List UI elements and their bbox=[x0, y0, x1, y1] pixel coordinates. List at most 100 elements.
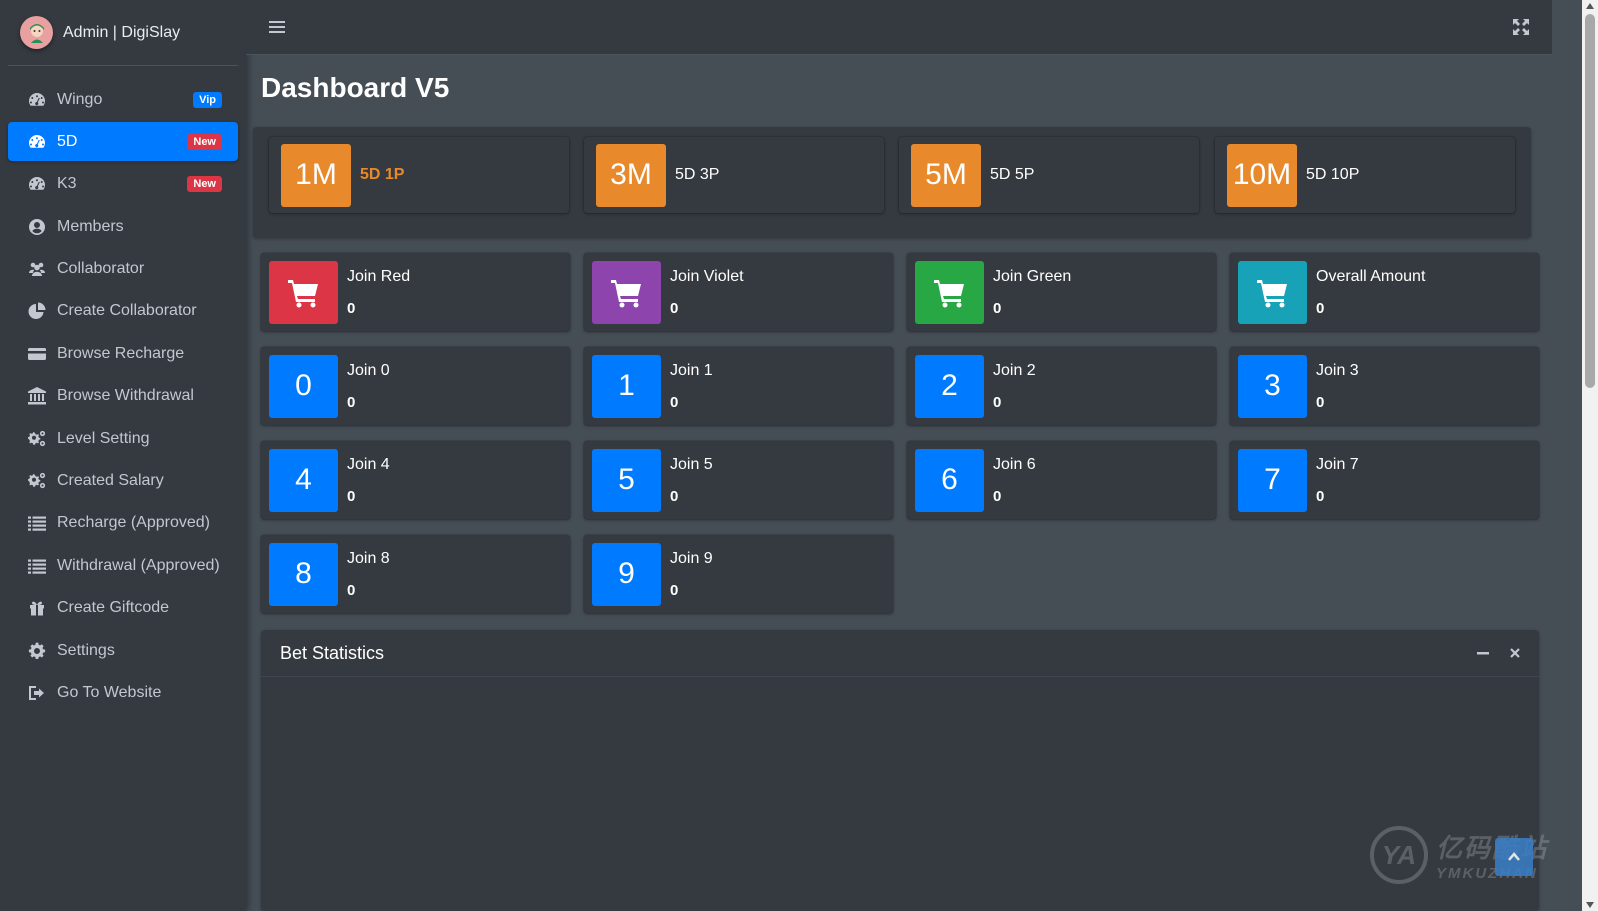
info-box-overall-amount: Overall Amount 0 bbox=[1230, 253, 1539, 331]
info-box-content: Join 6 0 bbox=[993, 456, 1036, 505]
sidebar-item-label: K3 bbox=[57, 175, 77, 193]
sidebar-item-label: Created Salary bbox=[57, 472, 164, 490]
sidebar-item-label: Go To Website bbox=[57, 683, 162, 701]
page-scrollbar[interactable] bbox=[1582, 0, 1598, 911]
cart-icon bbox=[610, 280, 641, 308]
period-icon: 3M bbox=[596, 143, 666, 207]
menu-toggle-button[interactable] bbox=[266, 16, 288, 38]
info-box-icon bbox=[269, 260, 338, 324]
info-box-text: Join 7 bbox=[1316, 455, 1359, 473]
fullscreen-button[interactable] bbox=[1510, 16, 1532, 38]
info-box-number: 0 bbox=[670, 581, 679, 599]
hamburger-icon bbox=[269, 21, 285, 33]
info-box-text: Join 0 bbox=[347, 361, 390, 379]
sidebar-item-create-giftcode[interactable]: Create Giftcode bbox=[8, 589, 238, 628]
card-header: Bet Statistics bbox=[261, 630, 1539, 677]
sidebar-item-created-salary[interactable]: Created Salary bbox=[8, 462, 238, 501]
scroll-thumb[interactable] bbox=[1585, 14, 1595, 388]
info-box-join-1: 1 Join 1 0 bbox=[584, 347, 893, 425]
sidebar-badge: Vip bbox=[193, 91, 222, 108]
info-box-content: Join 2 0 bbox=[993, 362, 1036, 411]
list-icon bbox=[26, 556, 48, 576]
sidebar-item-label: Recharge (Approved) bbox=[57, 514, 210, 532]
pie-chart-icon bbox=[26, 301, 48, 321]
info-box-join-8: 8 Join 8 0 bbox=[261, 535, 570, 613]
sidebar-badge: New bbox=[187, 176, 222, 193]
gift-icon bbox=[26, 598, 48, 618]
info-box-content: Join Red 0 bbox=[347, 268, 410, 317]
info-box-digit: 2 bbox=[915, 354, 984, 418]
credit-card-icon bbox=[26, 344, 48, 364]
period-option-10m[interactable]: 10M 5D 10P bbox=[1215, 137, 1515, 213]
info-box-text: Join 6 bbox=[993, 455, 1036, 473]
sidebar-item-members[interactable]: Members bbox=[8, 207, 238, 246]
info-box-content: Join 7 0 bbox=[1316, 456, 1359, 505]
bet-statistics-card: Bet Statistics bbox=[261, 630, 1539, 911]
sidebar-item-wingo[interactable]: Wingo Vip bbox=[8, 80, 238, 119]
sidebar-item-label: Members bbox=[57, 217, 124, 235]
sidebar-item-label: Browse Recharge bbox=[57, 344, 185, 362]
info-box-text: Join Violet bbox=[670, 267, 744, 285]
sidebar-item-browse-recharge[interactable]: Browse Recharge bbox=[8, 334, 238, 373]
sidebar-item-collaborator[interactable]: Collaborator bbox=[8, 250, 238, 289]
info-box-digit: 1 bbox=[592, 354, 661, 418]
avatar-icon bbox=[29, 23, 44, 43]
info-box-number: 0 bbox=[670, 393, 679, 411]
info-box-number: 0 bbox=[347, 393, 356, 411]
info-box-digit: 7 bbox=[1238, 448, 1307, 512]
back-to-top-button[interactable] bbox=[1495, 838, 1533, 876]
period-option-5m[interactable]: 5M 5D 5P bbox=[899, 137, 1199, 213]
list-icon bbox=[26, 513, 48, 533]
period-option-3m[interactable]: 3M 5D 3P bbox=[584, 137, 884, 213]
sidebar-item-recharge-approved[interactable]: Recharge (Approved) bbox=[8, 504, 238, 543]
collapse-button[interactable] bbox=[1474, 644, 1492, 662]
sidebar-item-withdrawal-approved[interactable]: Withdrawal (Approved) bbox=[8, 546, 238, 585]
info-box-join-3: 3 Join 3 0 bbox=[1230, 347, 1539, 425]
info-box-text: Join 5 bbox=[670, 455, 713, 473]
info-box-digit: 3 bbox=[1238, 354, 1307, 418]
brand-link[interactable]: Admin | DigiSlay bbox=[8, 0, 238, 66]
info-box-join-0: 0 Join 0 0 bbox=[261, 347, 570, 425]
period-label: 5D 1P bbox=[360, 166, 405, 183]
info-box-digit: 9 bbox=[592, 542, 661, 606]
info-box-number: 0 bbox=[670, 487, 679, 505]
info-box-text: Join Green bbox=[993, 267, 1072, 285]
sidebar-item-label: Create Giftcode bbox=[57, 599, 170, 617]
card-title: Bet Statistics bbox=[280, 642, 385, 663]
info-box-content: Join 4 0 bbox=[347, 456, 390, 505]
cart-icon bbox=[287, 280, 318, 308]
scroll-down-arrow[interactable] bbox=[1586, 902, 1594, 908]
sidebar-item-create-collaborator[interactable]: Create Collaborator bbox=[8, 292, 238, 331]
info-box-join-9: 9 Join 9 0 bbox=[584, 535, 893, 613]
scroll-up-arrow[interactable] bbox=[1586, 3, 1594, 9]
remove-button[interactable] bbox=[1506, 644, 1524, 662]
info-box-digit: 4 bbox=[269, 448, 338, 512]
sidebar-item-go-to-website[interactable]: Go To Website bbox=[8, 673, 238, 712]
info-box-content: Join 0 0 bbox=[347, 362, 390, 411]
sidebar-item-5d[interactable]: 5D New bbox=[8, 122, 238, 162]
sidebar-item-level-setting[interactable]: Level Setting bbox=[8, 419, 238, 458]
tachometer-icon bbox=[26, 132, 48, 152]
sidebar-nav: Wingo Vip 5D New K3 New Members Collaborator Cre… bbox=[0, 80, 246, 712]
cogs-icon bbox=[26, 429, 48, 449]
cart-icon bbox=[1256, 280, 1287, 308]
sidebar-badge: New bbox=[187, 133, 222, 150]
minus-icon bbox=[1477, 652, 1489, 655]
chevron-up-icon bbox=[1508, 852, 1520, 861]
info-box-digit: 0 bbox=[269, 354, 338, 418]
sidebar-item-browse-withdrawal[interactable]: Browse Withdrawal bbox=[8, 377, 238, 416]
info-box-icon bbox=[915, 260, 984, 324]
period-label: 5D 3P bbox=[675, 166, 720, 183]
info-box-number: 0 bbox=[347, 581, 356, 599]
period-option-1m[interactable]: 1M 5D 1P bbox=[269, 137, 569, 213]
cogs-icon bbox=[26, 471, 48, 491]
sidebar-item-settings[interactable]: Settings bbox=[8, 631, 238, 670]
sidebar-item-label: Browse Withdrawal bbox=[57, 387, 194, 405]
sidebar-item-k3[interactable]: K3 New bbox=[8, 165, 238, 204]
info-box-number: 0 bbox=[993, 487, 1002, 505]
period-label: 5D 10P bbox=[1306, 166, 1360, 183]
info-box-icon bbox=[1238, 260, 1307, 324]
sidebar: Admin | DigiSlay Wingo Vip 5D New K3 New Membe… bbox=[0, 0, 246, 911]
close-icon bbox=[1510, 648, 1520, 658]
info-box-content: Join Green 0 bbox=[993, 268, 1071, 317]
